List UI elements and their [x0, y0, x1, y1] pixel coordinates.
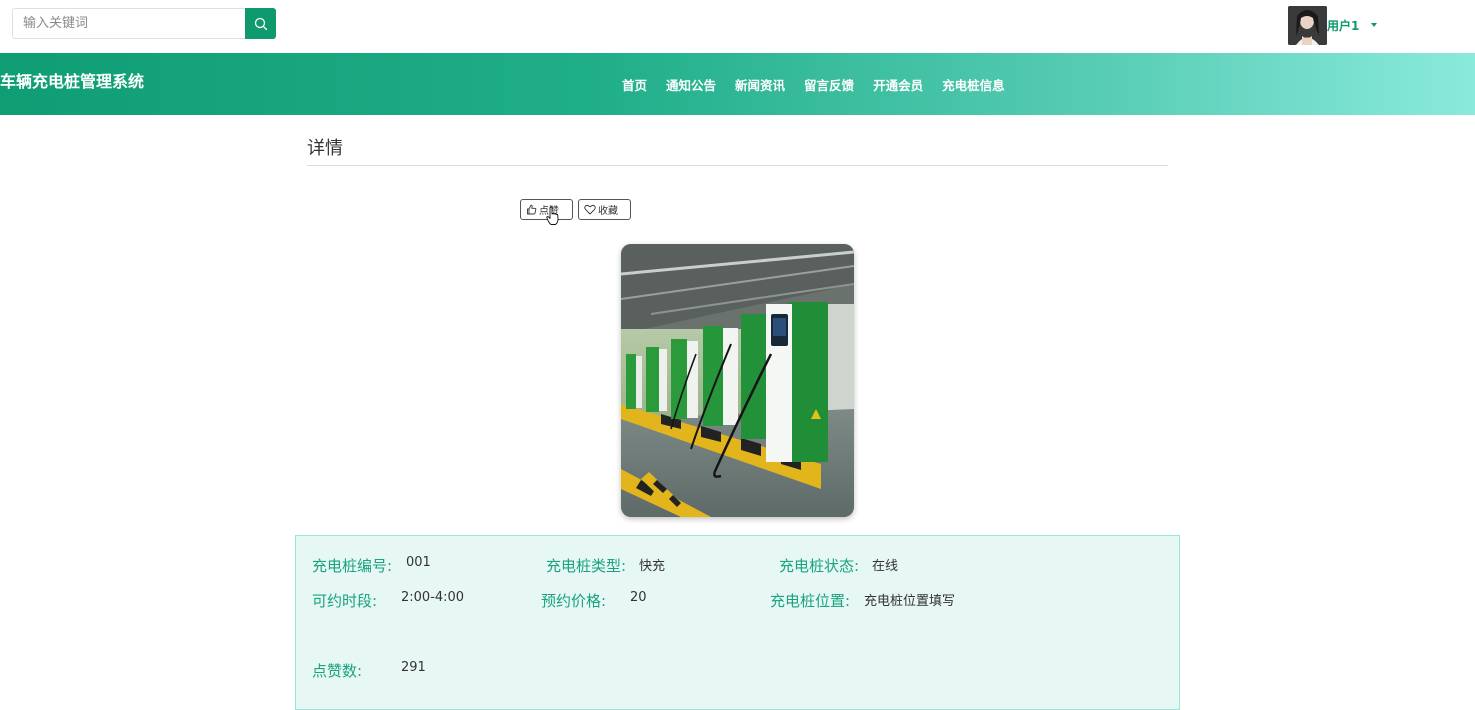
pile-number-label: 充电桩编号: [312, 557, 393, 575]
user-name[interactable]: 用户1 [1327, 17, 1359, 34]
available-time-label: 可约时段: [312, 592, 378, 610]
thumbs-up-icon [527, 204, 537, 215]
hand-cursor-icon [546, 206, 559, 225]
charging-station-image [621, 244, 854, 517]
pile-type-label: 充电桩类型: [546, 557, 627, 575]
pile-location-value: 充电桩位置填写 [864, 594, 956, 609]
pile-status-label: 充电桩状态: [779, 557, 860, 575]
user-menu[interactable]: 用户1 [1288, 5, 1378, 45]
search-box [12, 8, 276, 39]
nav-bar: 车辆充电桩管理系统 首页 通知公告 新闻资讯 留言反馈 开通会员 充电桩信息 [0, 53, 1475, 115]
pile-location-label: 充电桩位置: [770, 592, 851, 610]
search-input[interactable] [12, 8, 245, 39]
favorite-label: 收藏 [598, 206, 618, 217]
available-time-value: 2:00-4:00 [401, 590, 465, 605]
heart-icon [584, 204, 596, 215]
pile-status-value: 在线 [872, 559, 899, 574]
nav-item-notice[interactable]: 通知公告 [666, 75, 716, 94]
page-title: 详情 [307, 138, 343, 159]
nav-item-home[interactable]: 首页 [622, 75, 647, 94]
details-panel: 充电桩编号: 001 充电桩类型: 快充 充电桩状态: 在线 可约时段: 2:0… [295, 535, 1180, 710]
search-button[interactable] [245, 8, 276, 39]
avatar[interactable] [1288, 5, 1327, 45]
nav-item-feedback[interactable]: 留言反馈 [804, 75, 854, 94]
chevron-down-icon[interactable] [1371, 23, 1378, 27]
pile-type-value: 快充 [639, 559, 666, 574]
site-title: 车辆充电桩管理系统 [0, 72, 145, 91]
top-bar: 用户1 [0, 0, 1475, 53]
divider [307, 165, 1168, 166]
search-icon [254, 17, 267, 30]
pile-number-value: 001 [406, 555, 431, 570]
nav-item-membership[interactable]: 开通会员 [873, 75, 923, 94]
like-count-label: 点赞数: [312, 662, 363, 680]
main-nav: 首页 通知公告 新闻资讯 留言反馈 开通会员 充电桩信息 [622, 75, 1005, 94]
booking-price-value: 20 [630, 590, 647, 605]
like-count-value: 291 [401, 660, 426, 675]
booking-price-label: 预约价格: [541, 592, 607, 610]
favorite-button[interactable]: 收藏 [578, 199, 631, 220]
nav-item-news[interactable]: 新闻资讯 [735, 75, 785, 94]
nav-item-charging-pile[interactable]: 充电桩信息 [942, 75, 1005, 94]
